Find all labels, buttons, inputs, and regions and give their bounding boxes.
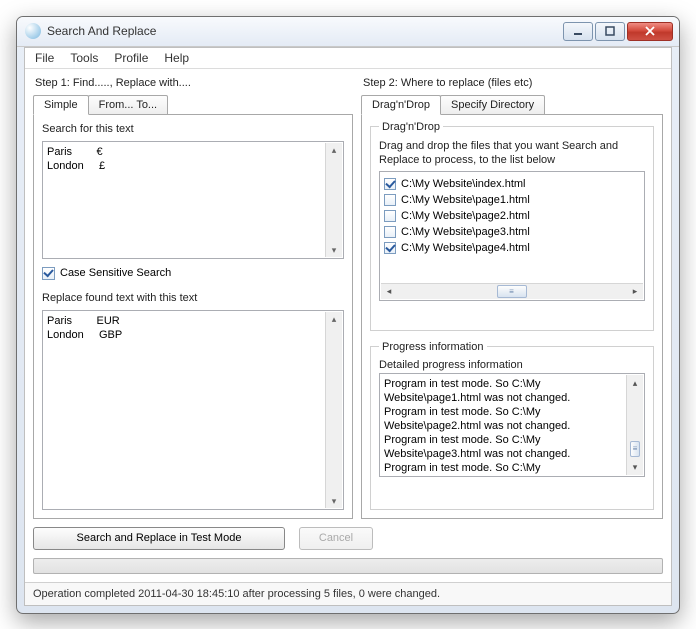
dragndrop-group: Drag'n'Drop Drag and drop the files that… bbox=[370, 121, 654, 331]
replace-textarea[interactable] bbox=[43, 311, 343, 509]
progress-line: Program in test mode. So C:\My Website\p… bbox=[384, 461, 622, 477]
step2-column: Step 2: Where to replace (files etc) Dra… bbox=[361, 75, 663, 519]
client-area: File Tools Profile Help Step 1: Find....… bbox=[24, 47, 672, 606]
vertical-scrollbar[interactable]: ▴ ≡ ▾ bbox=[626, 375, 643, 475]
tab-dragndrop[interactable]: Drag'n'Drop bbox=[361, 95, 441, 115]
progress-legend: Progress information bbox=[379, 341, 487, 353]
step1-label: Step 1: Find....., Replace with.... bbox=[35, 77, 353, 91]
dragndrop-instructions: Drag and drop the files that you want Se… bbox=[379, 139, 645, 167]
file-row[interactable]: C:\My Website\page4.html bbox=[384, 240, 640, 256]
window-title: Search And Replace bbox=[47, 24, 156, 38]
content: Step 1: Find....., Replace with.... Simp… bbox=[25, 69, 671, 519]
bottom-area: Search and Replace in Test Mode Cancel bbox=[25, 519, 671, 582]
file-row[interactable]: C:\My Website\page3.html bbox=[384, 224, 640, 240]
file-path: C:\My Website\page1.html bbox=[401, 194, 530, 206]
horizontal-scrollbar[interactable]: ◂ ≡ ▸ bbox=[381, 283, 643, 299]
step1-tabs: Simple From... To... bbox=[33, 95, 353, 115]
search-label: Search for this text bbox=[42, 123, 344, 135]
scroll-down-icon[interactable]: ▾ bbox=[328, 244, 340, 256]
close-button[interactable] bbox=[627, 22, 673, 41]
case-sensitive-checkbox[interactable] bbox=[42, 267, 55, 280]
minimize-button[interactable] bbox=[563, 22, 593, 41]
tab-specify-directory[interactable]: Specify Directory bbox=[440, 95, 545, 115]
titlebar[interactable]: Search And Replace bbox=[17, 17, 679, 47]
close-icon bbox=[644, 26, 656, 36]
search-textarea[interactable] bbox=[43, 142, 343, 258]
step2-tabs: Drag'n'Drop Specify Directory bbox=[361, 95, 663, 115]
step2-label: Step 2: Where to replace (files etc) bbox=[363, 77, 663, 91]
menu-help[interactable]: Help bbox=[164, 51, 189, 65]
scroll-up-icon[interactable]: ▴ bbox=[328, 144, 340, 156]
menu-profile[interactable]: Profile bbox=[114, 51, 148, 65]
progress-line: Program in test mode. So C:\My Website\p… bbox=[384, 433, 622, 461]
minimize-icon bbox=[573, 26, 583, 36]
scroll-up-icon[interactable]: ▴ bbox=[628, 375, 643, 391]
progress-group: Progress information Detailed progress i… bbox=[370, 341, 654, 510]
progress-bar bbox=[33, 558, 663, 574]
step1-column: Step 1: Find....., Replace with.... Simp… bbox=[33, 75, 353, 519]
step2-panel: Drag'n'Drop Drag and drop the files that… bbox=[361, 114, 663, 519]
file-list[interactable]: C:\My Website\index.html C:\My Website\pa… bbox=[379, 171, 645, 301]
file-row[interactable]: C:\My Website\page1.html bbox=[384, 192, 640, 208]
file-checkbox[interactable] bbox=[384, 226, 396, 238]
menubar: File Tools Profile Help bbox=[25, 48, 671, 69]
scroll-down-icon[interactable]: ▾ bbox=[628, 459, 643, 475]
app-icon bbox=[25, 23, 41, 39]
file-path: C:\My Website\page4.html bbox=[401, 242, 530, 254]
step1-panel: Search for this text ▴ ▾ Case Sensitive … bbox=[33, 114, 353, 519]
scroll-down-icon[interactable]: ▾ bbox=[328, 495, 340, 507]
file-checkbox[interactable] bbox=[384, 194, 396, 206]
menu-file[interactable]: File bbox=[35, 51, 54, 65]
scroll-thumb[interactable]: ≡ bbox=[497, 285, 527, 298]
progress-line: Program in test mode. So C:\My Website\p… bbox=[384, 405, 622, 433]
file-row[interactable]: C:\My Website\index.html bbox=[384, 176, 640, 192]
app-window: Search And Replace File Tools Profile He… bbox=[16, 16, 680, 614]
run-button[interactable]: Search and Replace in Test Mode bbox=[33, 527, 285, 550]
file-path: C:\My Website\index.html bbox=[401, 178, 526, 190]
search-text-wrap: ▴ ▾ bbox=[42, 141, 344, 259]
progress-detail-label: Detailed progress information bbox=[379, 359, 645, 371]
tab-simple[interactable]: Simple bbox=[33, 95, 89, 115]
replace-label: Replace found text with this text bbox=[42, 292, 344, 304]
menu-tools[interactable]: Tools bbox=[70, 51, 98, 65]
tab-from-to[interactable]: From... To... bbox=[88, 95, 168, 115]
maximize-button[interactable] bbox=[595, 22, 625, 41]
file-path: C:\My Website\page3.html bbox=[401, 226, 530, 238]
scroll-left-icon[interactable]: ◂ bbox=[381, 284, 397, 299]
scroll-thumb[interactable]: ≡ bbox=[630, 441, 640, 457]
dragndrop-legend: Drag'n'Drop bbox=[379, 121, 443, 133]
progress-line: Program in test mode. So C:\My Website\p… bbox=[384, 377, 622, 405]
file-checkbox[interactable] bbox=[384, 210, 396, 222]
file-path: C:\My Website\page2.html bbox=[401, 210, 530, 222]
maximize-icon bbox=[605, 26, 615, 36]
cancel-button[interactable]: Cancel bbox=[299, 527, 373, 550]
status-bar: Operation completed 2011-04-30 18:45:10 … bbox=[25, 582, 671, 605]
scroll-up-icon[interactable]: ▴ bbox=[328, 313, 340, 325]
file-checkbox[interactable] bbox=[384, 178, 396, 190]
replace-text-wrap: ▴ ▾ bbox=[42, 310, 344, 510]
case-sensitive-label: Case Sensitive Search bbox=[60, 267, 171, 279]
file-row[interactable]: C:\My Website\page2.html bbox=[384, 208, 640, 224]
file-checkbox[interactable] bbox=[384, 242, 396, 254]
scroll-right-icon[interactable]: ▸ bbox=[627, 284, 643, 299]
progress-textbox[interactable]: Program in test mode. So C:\My Website\p… bbox=[379, 373, 645, 477]
